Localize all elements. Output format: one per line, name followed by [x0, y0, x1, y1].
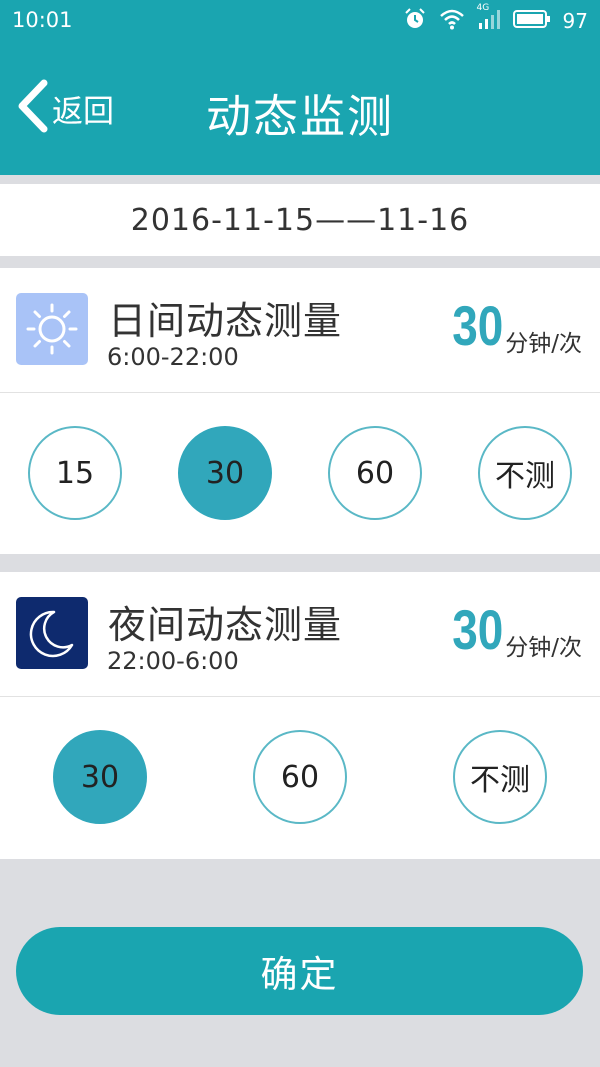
night-frequency: 30 分钟/次: [441, 598, 582, 662]
night-measurement-card: 夜间动态测量 22:00-6:00 30 分钟/次 30 60 不测: [0, 572, 600, 859]
status-time: 10:01: [12, 8, 73, 32]
alarm-icon: [403, 7, 427, 35]
night-card-header: 夜间动态测量 22:00-6:00 30 分钟/次: [0, 572, 600, 697]
battery-level: 97: [562, 9, 588, 33]
confirm-button[interactable]: 确定: [16, 927, 583, 1015]
wifi-icon: [439, 8, 465, 34]
page-title: 动态监测: [205, 90, 394, 143]
day-card-header: 日间动态测量 6:00-22:00 30 分钟/次: [0, 268, 600, 393]
app-header: 返回 动态监测: [0, 42, 600, 175]
day-option-60[interactable]: 60: [328, 426, 422, 520]
night-option-30[interactable]: 30: [53, 730, 147, 824]
day-time-range: 6:00-22:00: [107, 343, 239, 371]
day-card-title: 日间动态测量: [108, 299, 343, 343]
night-card-title: 夜间动态测量: [108, 603, 343, 647]
date-range-row: 2016-11-15——11-16: [0, 184, 600, 256]
moon-icon: [16, 597, 88, 669]
sun-icon: [16, 293, 88, 365]
day-options: 15 30 60 不测: [0, 393, 600, 553]
day-measurement-card: 日间动态测量 6:00-22:00 30 分钟/次 15 30 60 不测: [0, 268, 600, 554]
night-option-none[interactable]: 不测: [453, 730, 547, 824]
night-time-range: 22:00-6:00: [107, 647, 239, 675]
day-frequency-unit: 分钟/次: [505, 331, 582, 357]
night-options: 30 60 不测: [0, 697, 600, 857]
day-frequency: 30 分钟/次: [441, 294, 582, 358]
status-icons: 4G 97: [391, 3, 588, 35]
signal-icon: 4G: [477, 3, 501, 35]
battery-icon: [512, 9, 551, 33]
date-range: 2016-11-15——11-16: [130, 202, 470, 238]
night-frequency-unit: 分钟/次: [505, 635, 582, 661]
network-type: 4G: [476, 3, 490, 13]
night-frequency-value: 30: [452, 598, 504, 661]
day-option-30[interactable]: 30: [178, 426, 272, 520]
night-option-60[interactable]: 60: [253, 730, 347, 824]
day-frequency-value: 30: [452, 294, 504, 357]
day-option-15[interactable]: 15: [28, 426, 122, 520]
day-option-none[interactable]: 不测: [478, 426, 572, 520]
status-bar: 10:01 4G 97: [0, 0, 600, 42]
